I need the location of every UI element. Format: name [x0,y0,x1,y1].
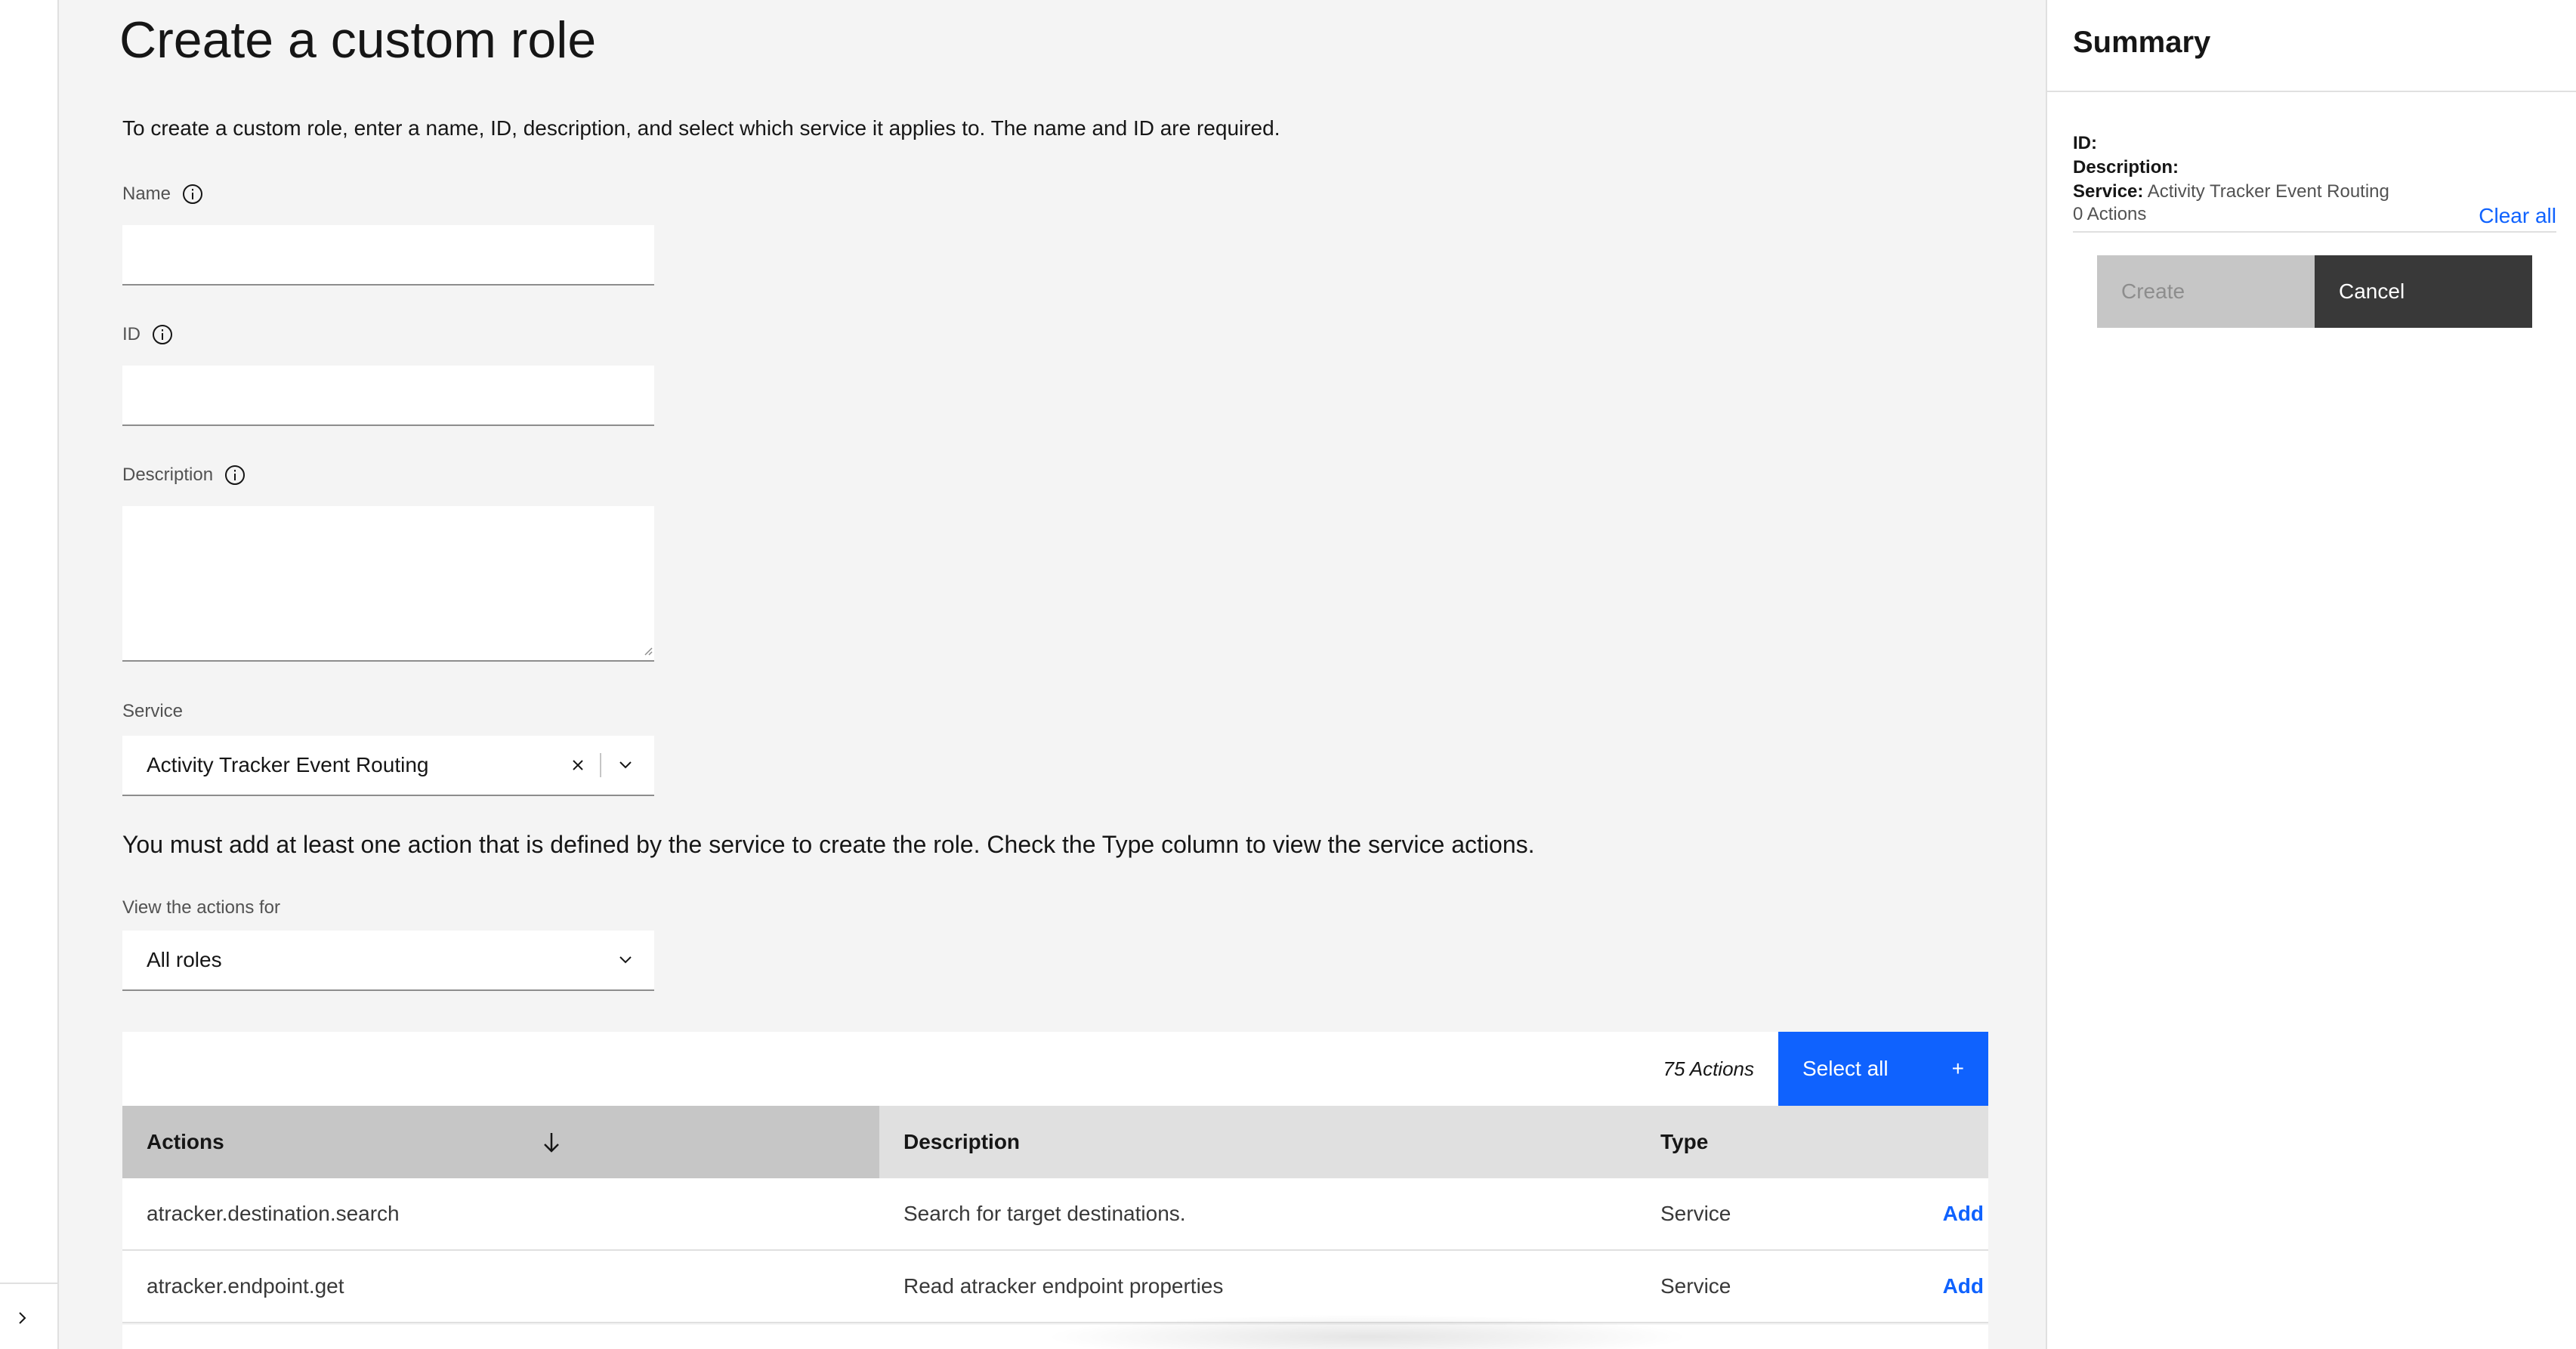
service-combobox[interactable]: Activity Tracker Event Routing [122,736,654,796]
arrow-down-icon[interactable] [538,1128,565,1156]
role-filter-value: All roles [147,948,222,971]
plus-icon: + [1951,1057,1964,1080]
id-label-row: ID [122,323,174,346]
actions-count: 75 Actions [1663,1057,1754,1080]
clear-service-button[interactable] [559,746,597,784]
description-textarea[interactable] [122,506,654,662]
summary-service-value: Activity Tracker Event Routing [2147,181,2389,202]
summary-actions-row: 0 Actions Clear all [2073,204,2556,233]
action-cell: atracker.endpoint.get [147,1274,344,1298]
action-cell: atracker.destination.search [147,1202,400,1225]
description-label-row: Description [122,464,246,486]
action-requirement-notice: You must add at least one action that is… [122,831,1535,858]
summary-panel: Summary ID: Description: Service: Activi… [2046,0,2576,1349]
service-label-row: Service [122,701,183,722]
overlay-shadow [1042,1314,1692,1349]
summary-description: Description: [2073,157,2179,178]
table-header: Actions Description Type [122,1106,1988,1178]
service-selected-value: Activity Tracker Event Routing [147,753,429,776]
page-title: Create a custom role [119,11,597,69]
id-label: ID [122,324,141,344]
resize-grip-icon[interactable] [641,644,653,656]
clear-all-link[interactable]: Clear all [2479,204,2556,228]
column-header-description[interactable]: Description [879,1106,1636,1178]
select-all-button[interactable]: Select all + [1778,1032,1988,1106]
service-label: Service [122,701,184,721]
name-label-row: Name [122,183,204,205]
column-header-actions-label: Actions [147,1130,224,1153]
service-dropdown-toggle[interactable] [604,746,647,784]
summary-service: Service: Activity Tracker Event Routing [2073,181,2389,202]
rail-expand-button[interactable] [9,1305,35,1331]
table-row: atracker.endpoint.get Read atracker endp… [122,1251,1988,1323]
table-toolbar: 75 Actions Select all + [122,1032,1988,1106]
main-content: Create a custom role To create a custom … [60,0,2046,1349]
summary-title: Summary [2073,26,2211,59]
view-actions-label: View the actions for [122,897,281,918]
description-label: Description [122,465,214,485]
summary-actions-count: 0 Actions [2073,204,2147,224]
view-label-row: View the actions for [122,897,280,918]
cancel-button[interactable]: Cancel [2315,255,2532,328]
summary-id-label: ID: [2073,133,2097,153]
description-cell: Read atracker endpoint properties [903,1274,1224,1298]
add-action-link[interactable]: Add [1863,1251,1988,1322]
name-input[interactable] [122,225,654,286]
chevron-right-icon [19,1312,26,1324]
name-label: Name [122,184,171,204]
intro-text: To create a custom role, enter a name, I… [122,116,1280,140]
id-input[interactable] [122,366,654,426]
description-cell: Search for target destinations. [903,1202,1186,1225]
select-separator [600,753,601,777]
role-filter-dropdown[interactable]: All roles [122,931,654,991]
summary-description-label: Description: [2073,157,2179,178]
summary-divider [2047,91,2576,92]
type-cell: Service [1660,1202,1731,1225]
summary-id: ID: [2073,133,2097,154]
column-header-type-label: Type [1660,1130,1709,1153]
create-button[interactable]: Create [2097,255,2315,328]
table-row: atracker.destination.search Search for t… [122,1178,1988,1251]
add-action-link[interactable]: Add [1863,1178,1988,1249]
select-all-label: Select all [1802,1057,1889,1080]
close-icon [573,760,583,770]
info-icon[interactable] [151,323,174,346]
column-header-type[interactable]: Type [1636,1106,1988,1178]
rail-divider [0,1283,57,1284]
info-icon[interactable] [181,183,204,205]
column-header-description-label: Description [903,1130,1021,1153]
role-filter-toggle[interactable] [604,941,647,979]
chevron-down-icon [619,761,632,769]
left-rail [0,0,59,1349]
column-header-actions[interactable]: Actions [122,1106,879,1178]
summary-service-label: Service: [2073,181,2144,202]
info-icon[interactable] [224,464,246,486]
type-cell: Service [1660,1274,1731,1298]
chevron-down-icon [619,956,632,964]
